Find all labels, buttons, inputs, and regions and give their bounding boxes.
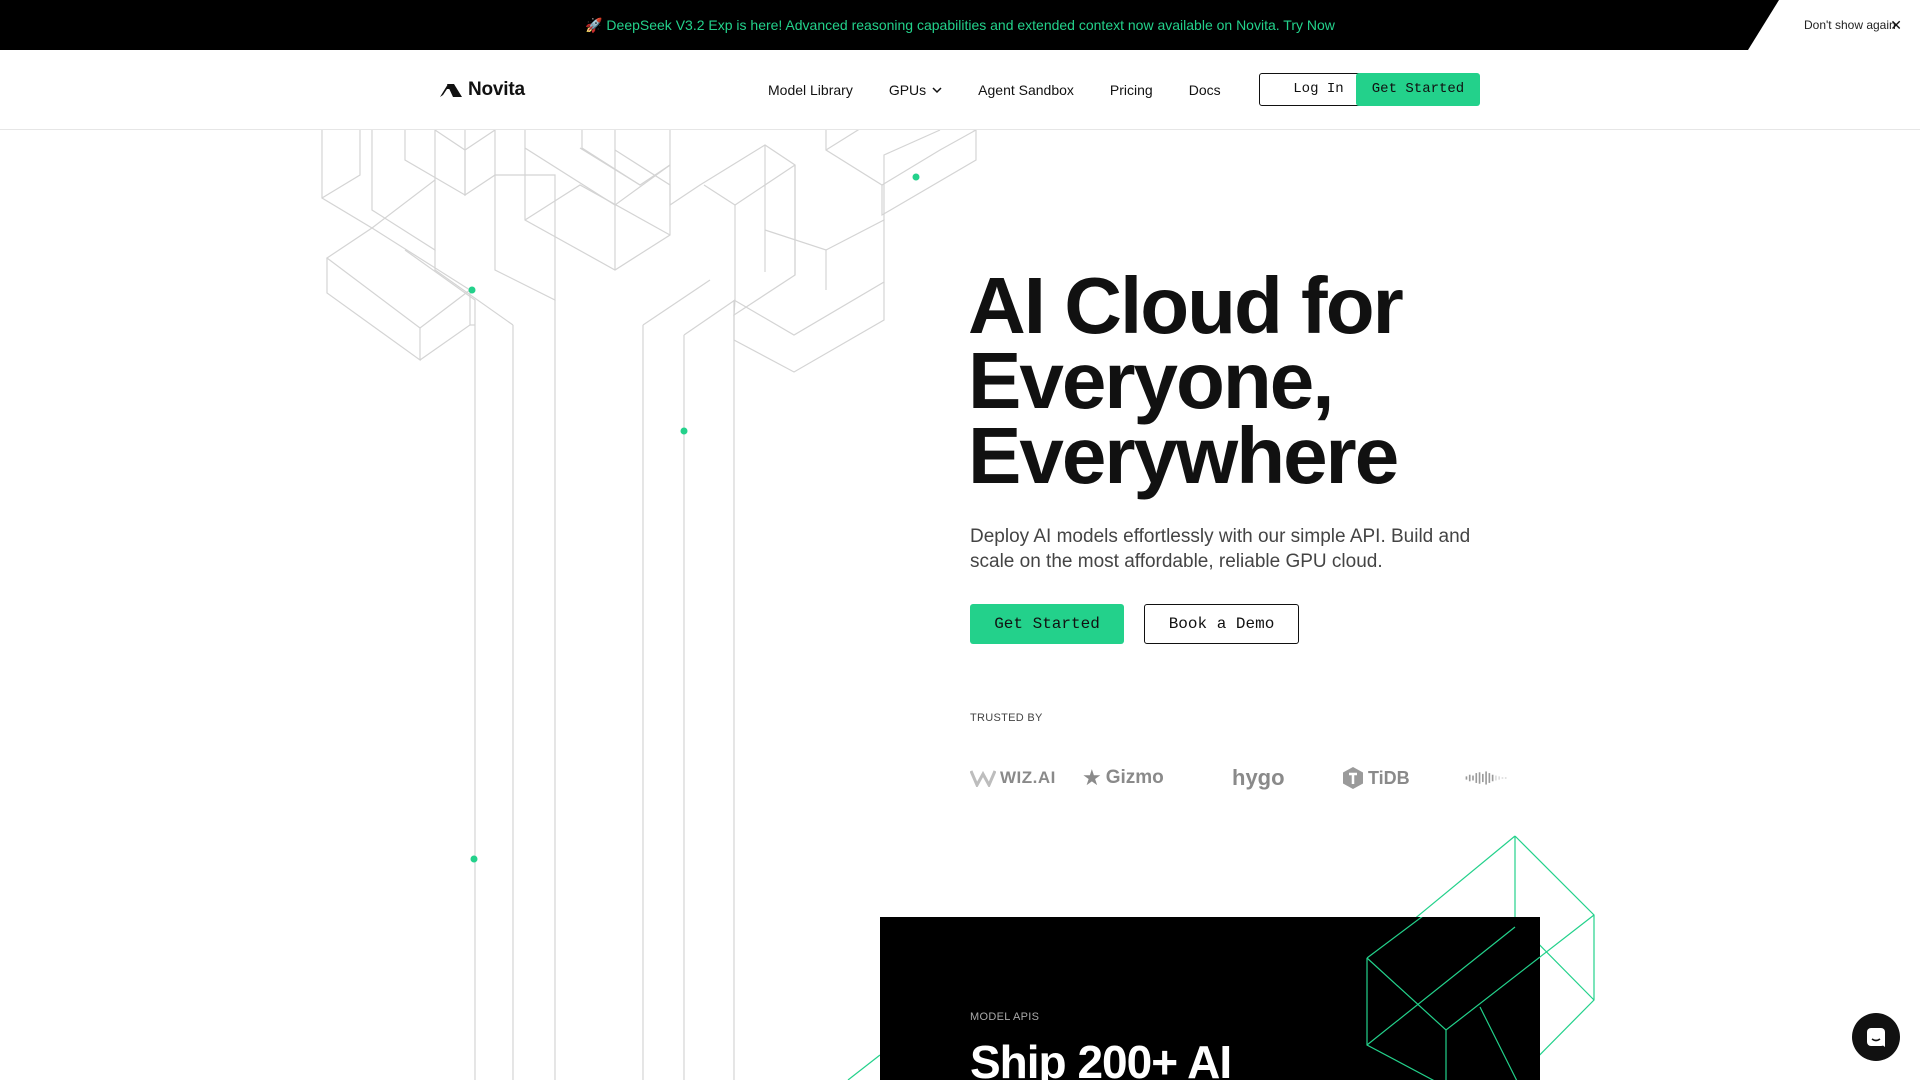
card-wireframe-art bbox=[1366, 917, 1540, 1080]
announcement-text: 🚀 DeepSeek V3.2 Exp is here! Advanced re… bbox=[585, 17, 1335, 33]
announcement-bar: 🚀 DeepSeek V3.2 Exp is here! Advanced re… bbox=[0, 0, 1920, 50]
nav-model-library[interactable]: Model Library bbox=[768, 82, 853, 98]
nav-links: Model Library GPUs Agent Sandbox Pricing… bbox=[768, 50, 1257, 130]
soundwave-icon bbox=[1465, 771, 1507, 785]
hygo-logo-text: hygo bbox=[1232, 765, 1285, 790]
nav-get-started-button[interactable]: Get Started bbox=[1356, 73, 1480, 106]
brand-logo[interactable]: Novita bbox=[440, 78, 525, 102]
nav-gpus-label: GPUs bbox=[888, 82, 927, 98]
model-apis-card: MODEL APIS Ship 200+ AI bbox=[880, 917, 1540, 1080]
wiz-mark-icon bbox=[970, 770, 996, 787]
star-icon: ★ bbox=[1082, 765, 1102, 790]
chat-icon bbox=[1867, 1028, 1885, 1047]
hero-title-line: AI Cloud for bbox=[968, 261, 1404, 350]
chat-launcher-button[interactable] bbox=[1852, 1013, 1900, 1061]
tidb-hexagon-icon bbox=[1343, 767, 1363, 789]
gizmo-logo: ★ Gizmo bbox=[1076, 765, 1214, 791]
chevron-down-icon bbox=[932, 86, 942, 93]
book-demo-button[interactable]: Book a Demo bbox=[1144, 604, 1299, 644]
gizmo-logo-text: Gizmo bbox=[1105, 767, 1164, 788]
close-icon[interactable]: ✕ bbox=[1890, 0, 1902, 50]
hero-get-started-button[interactable]: Get Started bbox=[970, 604, 1124, 644]
nav-pricing[interactable]: Pricing bbox=[1110, 82, 1153, 98]
announcement-link[interactable]: 🚀 DeepSeek V3.2 Exp is here! Advanced re… bbox=[0, 0, 1920, 50]
trusted-logos: WIZ.AI ★ Gizmo hygo TiDB bbox=[970, 760, 1535, 796]
navbar: Novita Model Library GPUs Agent Sandbox … bbox=[0, 50, 1920, 130]
hero-title-line: Everywhere bbox=[968, 411, 1399, 500]
brand-name: Novita bbox=[468, 79, 525, 100]
hero-title-line: Everyone, bbox=[968, 336, 1334, 425]
nav-docs[interactable]: Docs bbox=[1189, 82, 1221, 98]
tidb-logo-text: TiDB bbox=[1368, 767, 1410, 788]
nav-gpus[interactable]: GPUs bbox=[889, 82, 942, 98]
hero-title: AI Cloud for Everyone, Everywhere bbox=[968, 261, 1404, 500]
trusted-by-label: TRUSTED BY bbox=[970, 712, 1043, 724]
tidb-logo: TiDB bbox=[1326, 766, 1438, 790]
hero-subtitle: Deploy AI models effortlessly with our s… bbox=[970, 526, 1471, 572]
dont-show-again-link[interactable]: Don't show again bbox=[1804, 0, 1896, 50]
novita-logo-icon bbox=[440, 84, 462, 97]
soundwave-logo bbox=[1438, 768, 1518, 788]
wiz-ai-logo-text: WIZ.AI bbox=[1000, 768, 1056, 787]
wiz-ai-logo: WIZ.AI bbox=[970, 768, 1076, 788]
hygo-logo: hygo bbox=[1214, 765, 1326, 791]
nav-agent-sandbox[interactable]: Agent Sandbox bbox=[978, 82, 1074, 98]
